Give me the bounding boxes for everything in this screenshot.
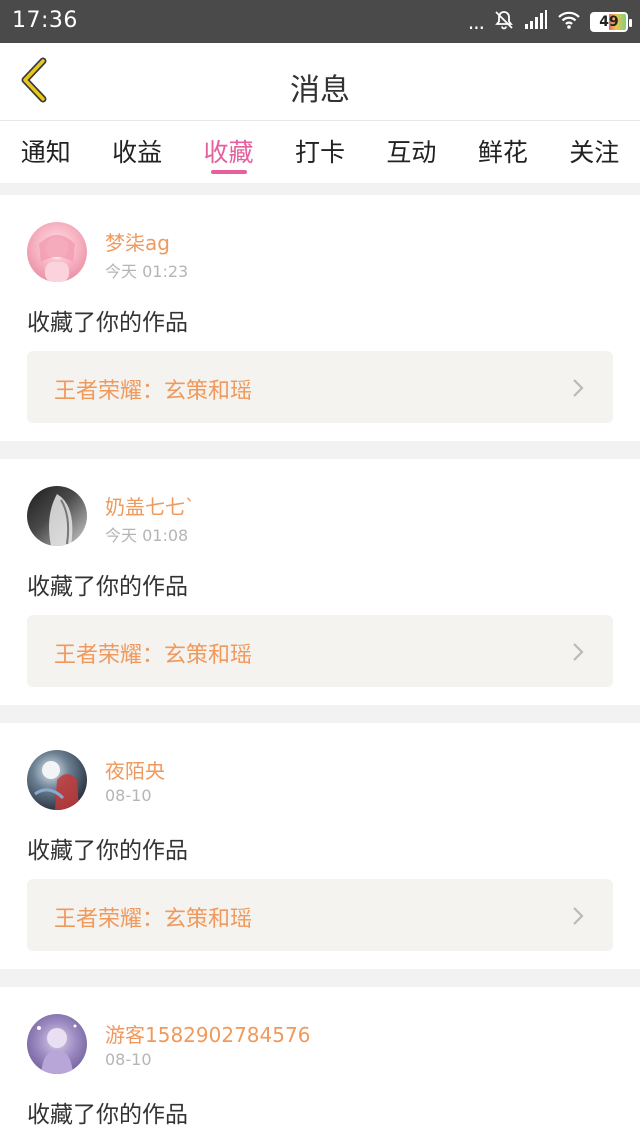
status-icons: ... 49 xyxy=(467,9,632,35)
timestamp: 今天 01:23 xyxy=(105,262,189,281)
tab-checkin[interactable]: 打卡 xyxy=(274,121,365,183)
message-list: 梦柒ag 今天 01:23 收藏了你的作品 王者荣耀：玄策和瑶 奶盖七七` 今天… xyxy=(0,195,640,1138)
bell-muted-icon xyxy=(493,9,515,35)
user-name[interactable]: 游客1582902784576 xyxy=(105,1019,310,1048)
list-item: 奶盖七七` 今天 01:08 收藏了你的作品 王者荣耀：玄策和瑶 xyxy=(0,459,640,705)
active-tab-indicator xyxy=(210,170,247,174)
user-name[interactable]: 梦柒ag xyxy=(105,227,170,256)
work-link[interactable]: 王者荣耀：玄策和瑶 xyxy=(27,879,613,951)
signal-icon xyxy=(524,10,548,34)
tab-label: 收藏 xyxy=(203,138,254,167)
tab-following[interactable]: 关注 xyxy=(549,121,640,183)
message-text: 收藏了你的作品 xyxy=(27,838,188,864)
message-text: 收藏了你的作品 xyxy=(27,574,188,600)
top-bar: 消息 xyxy=(0,43,640,121)
tab-label: 通知 xyxy=(20,138,71,167)
tab-label: 互动 xyxy=(386,138,437,167)
wifi-icon xyxy=(557,10,581,34)
more-dots-icon: ... xyxy=(467,10,485,34)
list-item: 游客1582902784576 08-10 收藏了你的作品 xyxy=(0,987,640,1138)
work-link[interactable]: 王者荣耀：玄策和瑶 xyxy=(27,351,613,423)
status-time: 17:36 xyxy=(12,8,78,33)
tab-interaction[interactable]: 互动 xyxy=(366,121,457,183)
avatar[interactable] xyxy=(27,750,87,810)
tab-flowers[interactable]: 鲜花 xyxy=(457,121,548,183)
status-bar: 17:36 ... 49 xyxy=(0,0,640,43)
list-item: 梦柒ag 今天 01:23 收藏了你的作品 王者荣耀：玄策和瑶 xyxy=(0,195,640,441)
chevron-right-icon xyxy=(571,905,585,931)
user-name[interactable]: 夜陌央 xyxy=(105,755,165,784)
tab-label: 打卡 xyxy=(294,138,345,167)
avatar[interactable] xyxy=(27,1014,87,1074)
timestamp: 08-10 xyxy=(105,786,152,805)
avatar[interactable] xyxy=(27,486,87,546)
tab-notification[interactable]: 通知 xyxy=(0,121,91,183)
work-title: 王者荣耀：玄策和瑶 xyxy=(54,379,253,404)
message-text: 收藏了你的作品 xyxy=(27,1102,188,1128)
tab-favorites[interactable]: 收藏 xyxy=(183,121,274,183)
tab-earnings[interactable]: 收益 xyxy=(91,121,182,183)
tab-label: 鲜花 xyxy=(477,138,528,167)
chevron-right-icon xyxy=(571,641,585,667)
tab-bar: 通知 收益 收藏 打卡 互动 鲜花 关注 xyxy=(0,121,640,183)
user-name[interactable]: 奶盖七七` xyxy=(105,491,195,520)
message-text: 收藏了你的作品 xyxy=(27,310,188,336)
list-item: 夜陌央 08-10 收藏了你的作品 王者荣耀：玄策和瑶 xyxy=(0,723,640,969)
work-title: 王者荣耀：玄策和瑶 xyxy=(54,643,253,668)
tab-label: 关注 xyxy=(569,138,620,167)
timestamp: 今天 01:08 xyxy=(105,526,189,545)
timestamp: 08-10 xyxy=(105,1050,152,1069)
tab-label: 收益 xyxy=(112,138,163,167)
avatar[interactable] xyxy=(27,222,87,282)
chevron-right-icon xyxy=(571,377,585,403)
page-title: 消息 xyxy=(290,73,350,108)
work-link[interactable]: 王者荣耀：玄策和瑶 xyxy=(27,615,613,687)
work-title: 王者荣耀：玄策和瑶 xyxy=(54,907,253,932)
battery-icon: 49 xyxy=(590,12,632,32)
